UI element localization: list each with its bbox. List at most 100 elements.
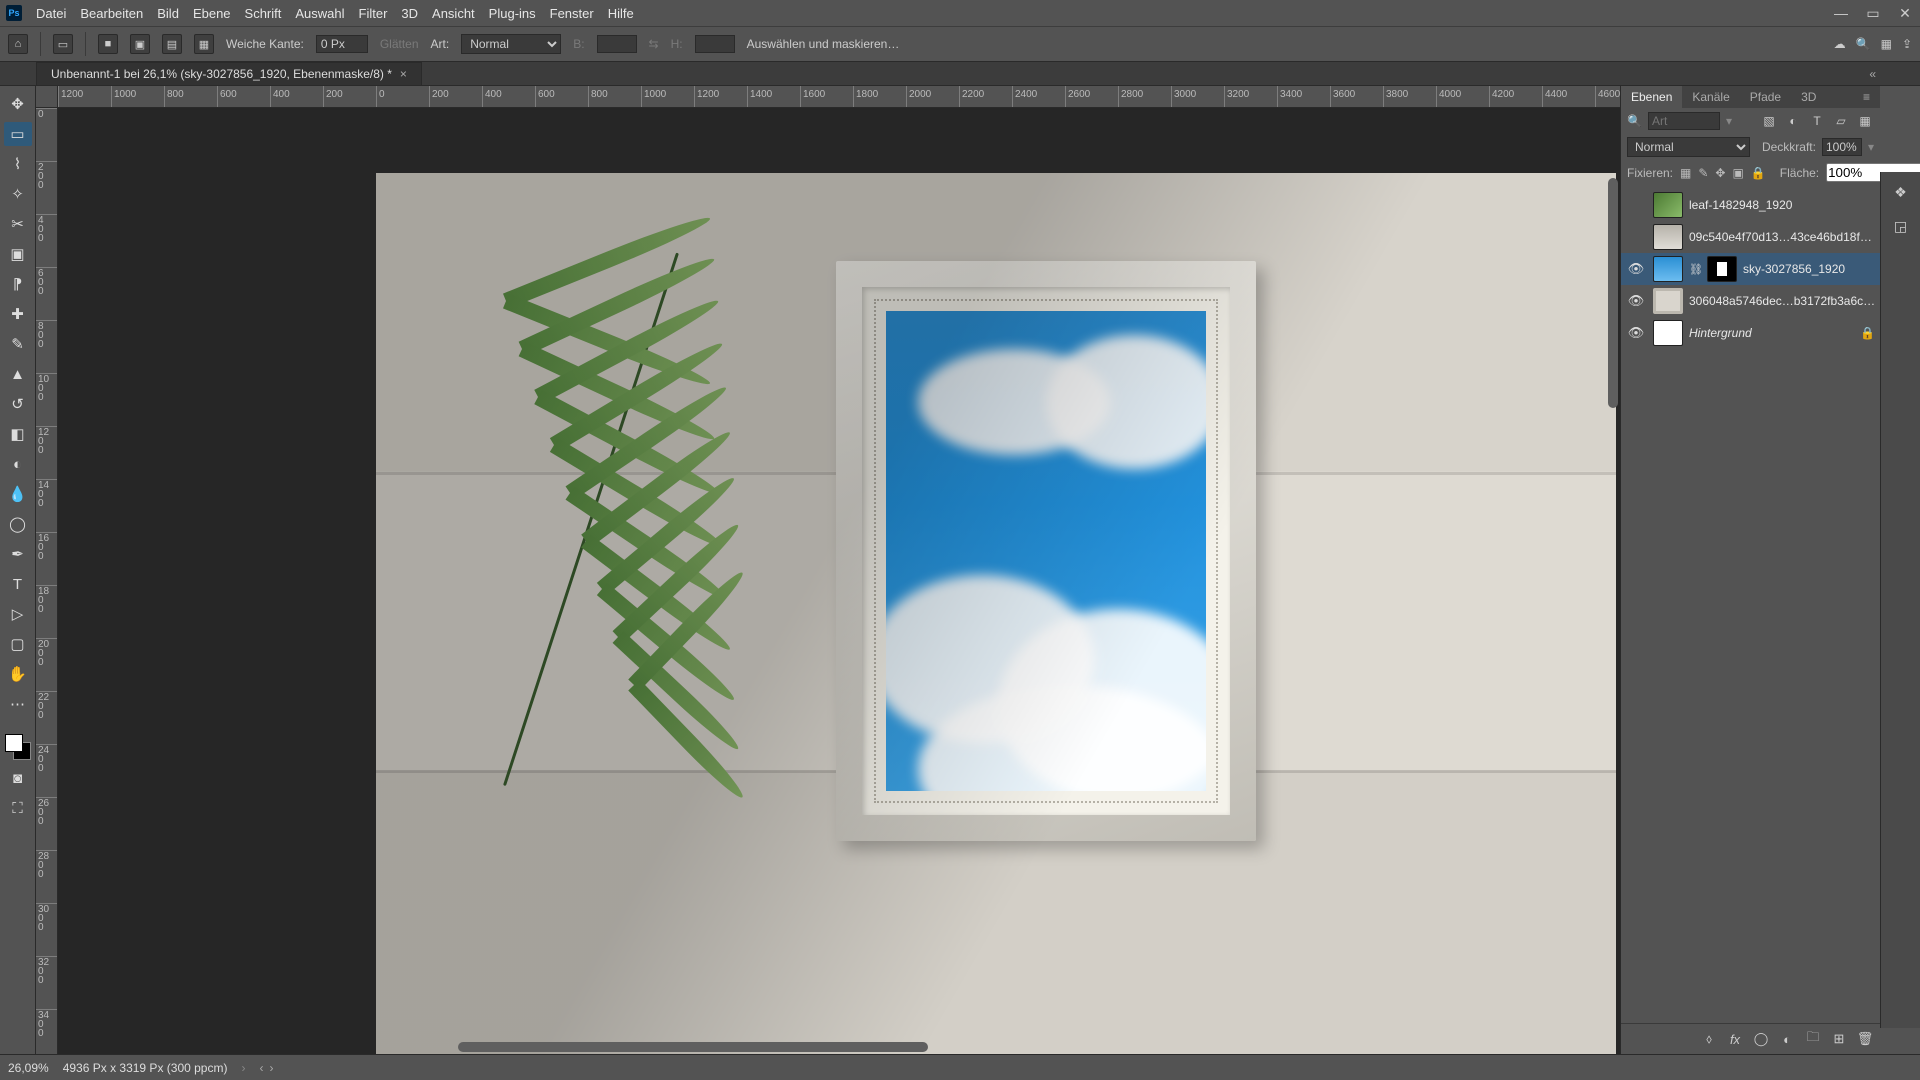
filter-smart-icon[interactable]: ▦: [1856, 112, 1874, 130]
menu-item[interactable]: Auswahl: [295, 6, 344, 21]
menu-item[interactable]: Ebene: [193, 6, 231, 21]
selection-new-icon[interactable]: ■: [98, 34, 118, 54]
menu-item[interactable]: Filter: [359, 6, 388, 21]
gradient-tool[interactable]: ◐: [4, 452, 32, 476]
link-layers-icon[interactable]: ⬨: [1700, 1030, 1718, 1048]
layer-lock-icon[interactable]: 🔒: [1860, 326, 1876, 340]
selection-subtract-icon[interactable]: ▤: [162, 34, 182, 54]
share-icon[interactable]: ⇪: [1902, 37, 1912, 51]
home-button[interactable]: ⌂: [8, 34, 28, 54]
layer-row[interactable]: 09c540e4f70d13…43ce46bd18f3f2: [1621, 221, 1880, 253]
timeline-next-icon[interactable]: ›: [269, 1061, 273, 1075]
lock-position-icon[interactable]: ✥: [1715, 165, 1725, 181]
filter-type-icon[interactable]: T: [1808, 112, 1826, 130]
clone-stamp-tool[interactable]: ▲: [4, 362, 32, 386]
doc-info-chevron-icon[interactable]: ›: [241, 1061, 245, 1075]
layer-mask-thumbnail[interactable]: [1707, 256, 1737, 282]
menu-item[interactable]: Schrift: [245, 6, 282, 21]
filter-adjust-icon[interactable]: ◐: [1784, 112, 1802, 130]
history-brush-tool[interactable]: ↺: [4, 392, 32, 416]
layer-name[interactable]: 306048a5746dec…b3172fb3a6c08: [1689, 294, 1876, 308]
pen-tool[interactable]: ✒: [4, 542, 32, 566]
lasso-tool[interactable]: ⌇: [4, 152, 32, 176]
eyedropper-tool[interactable]: ⁋: [4, 272, 32, 296]
healing-brush-tool[interactable]: ✚: [4, 302, 32, 326]
menu-item[interactable]: Datei: [36, 6, 66, 21]
layer-name[interactable]: 09c540e4f70d13…43ce46bd18f3f2: [1689, 230, 1876, 244]
layer-row[interactable]: 👁 ⛓ sky-3027856_1920: [1621, 253, 1880, 285]
move-tool[interactable]: ✥: [4, 92, 32, 116]
layer-thumbnail[interactable]: [1653, 288, 1683, 314]
menu-item[interactable]: Plug-ins: [489, 6, 536, 21]
search-icon[interactable]: 🔍: [1856, 37, 1871, 51]
layer-filter-input[interactable]: [1648, 112, 1720, 130]
close-tab-icon[interactable]: ×: [400, 67, 407, 81]
close-button[interactable]: ✕: [1896, 5, 1914, 22]
canvas-stage[interactable]: [58, 108, 1620, 1054]
canvas-scrollbar-vertical[interactable]: [1608, 178, 1618, 878]
workspace-icon[interactable]: ▦: [1881, 37, 1892, 51]
edit-toolbar-icon[interactable]: ⋯: [4, 692, 32, 716]
blend-mode-select[interactable]: Normal: [1627, 137, 1750, 157]
delete-layer-icon[interactable]: 🗑: [1856, 1030, 1874, 1048]
zoom-level[interactable]: 26,09%: [8, 1061, 49, 1075]
minimize-button[interactable]: —: [1832, 5, 1850, 21]
horizontal-ruler[interactable]: 1200100080060040020002004006008001000120…: [58, 86, 1620, 108]
document-info[interactable]: 4936 Px x 3319 Px (300 ppcm): [63, 1061, 228, 1075]
screen-mode-icon[interactable]: ⛶: [4, 796, 32, 820]
lock-all-icon[interactable]: 🔒: [1751, 165, 1766, 181]
layer-mask-link-icon[interactable]: ⛓: [1689, 263, 1701, 276]
filter-pixel-icon[interactable]: ▧: [1760, 112, 1778, 130]
document-image[interactable]: [376, 173, 1616, 1054]
layer-row[interactable]: 👁Hintergrund🔒: [1621, 317, 1880, 349]
selection-intersect-icon[interactable]: ▦: [194, 34, 214, 54]
adjustment-layer-icon[interactable]: ◐: [1778, 1030, 1796, 1048]
menu-item[interactable]: Ansicht: [432, 6, 475, 21]
canvas-scrollbar-horizontal[interactable]: [458, 1042, 928, 1052]
eraser-tool[interactable]: ◧: [4, 422, 32, 446]
blur-tool[interactable]: 💧: [4, 482, 32, 506]
panel-menu-icon[interactable]: ≡: [1853, 86, 1880, 108]
magic-wand-tool[interactable]: ✧: [4, 182, 32, 206]
layer-visibility-icon[interactable]: 👁: [1625, 261, 1647, 277]
restore-button[interactable]: ▭: [1864, 5, 1882, 22]
color-swatches[interactable]: [5, 734, 31, 760]
menu-item[interactable]: 3D: [401, 6, 418, 21]
layer-thumbnail[interactable]: [1653, 224, 1683, 250]
layer-mask-icon[interactable]: ◯: [1752, 1030, 1770, 1048]
rectangle-tool[interactable]: ▢: [4, 632, 32, 656]
panel-tab-layers[interactable]: Ebenen: [1621, 86, 1682, 108]
layer-name[interactable]: sky-3027856_1920: [1743, 262, 1876, 276]
path-selection-tool[interactable]: ▷: [4, 602, 32, 626]
menu-item[interactable]: Fenster: [550, 6, 594, 21]
layer-row[interactable]: 👁 306048a5746dec…b3172fb3a6c08: [1621, 285, 1880, 317]
ruler-origin[interactable]: [36, 86, 58, 108]
timeline-prev-icon[interactable]: ‹: [259, 1061, 263, 1075]
document-tab[interactable]: Unbenannt-1 bei 26,1% (sky-3027856_1920,…: [36, 62, 422, 85]
layer-visibility-icon[interactable]: 👁: [1625, 325, 1647, 341]
layer-visibility-icon[interactable]: 👁: [1625, 293, 1647, 309]
type-tool[interactable]: T: [4, 572, 32, 596]
crop-tool[interactable]: ✂: [4, 212, 32, 236]
layer-row[interactable]: leaf-1482948_1920: [1621, 189, 1880, 221]
dodge-tool[interactable]: ◯: [4, 512, 32, 536]
layer-thumbnail[interactable]: [1653, 192, 1683, 218]
frame-tool[interactable]: ▣: [4, 242, 32, 266]
lock-transparent-icon[interactable]: ▦: [1680, 165, 1691, 181]
rail-layers-icon[interactable]: ❖: [1889, 180, 1913, 204]
opacity-input[interactable]: [1822, 138, 1862, 156]
layer-name[interactable]: leaf-1482948_1920: [1689, 198, 1876, 212]
style-select[interactable]: Normal: [461, 34, 561, 54]
new-group-icon[interactable]: 🗀: [1804, 1030, 1822, 1048]
expand-tabs-icon[interactable]: «: [1869, 67, 1876, 81]
rail-properties-icon[interactable]: ◲: [1889, 214, 1913, 238]
hand-tool[interactable]: ✋: [4, 662, 32, 686]
layer-thumbnail[interactable]: [1653, 256, 1683, 282]
menu-item[interactable]: Bearbeiten: [80, 6, 143, 21]
quick-mask-icon[interactable]: ◙: [4, 766, 32, 790]
panel-tab-3d[interactable]: 3D: [1791, 86, 1826, 108]
panel-tab-paths[interactable]: Pfade: [1740, 86, 1791, 108]
brush-tool[interactable]: ✎: [4, 332, 32, 356]
select-and-mask-button[interactable]: Auswählen und maskieren…: [747, 37, 900, 51]
filter-shape-icon[interactable]: ▱: [1832, 112, 1850, 130]
